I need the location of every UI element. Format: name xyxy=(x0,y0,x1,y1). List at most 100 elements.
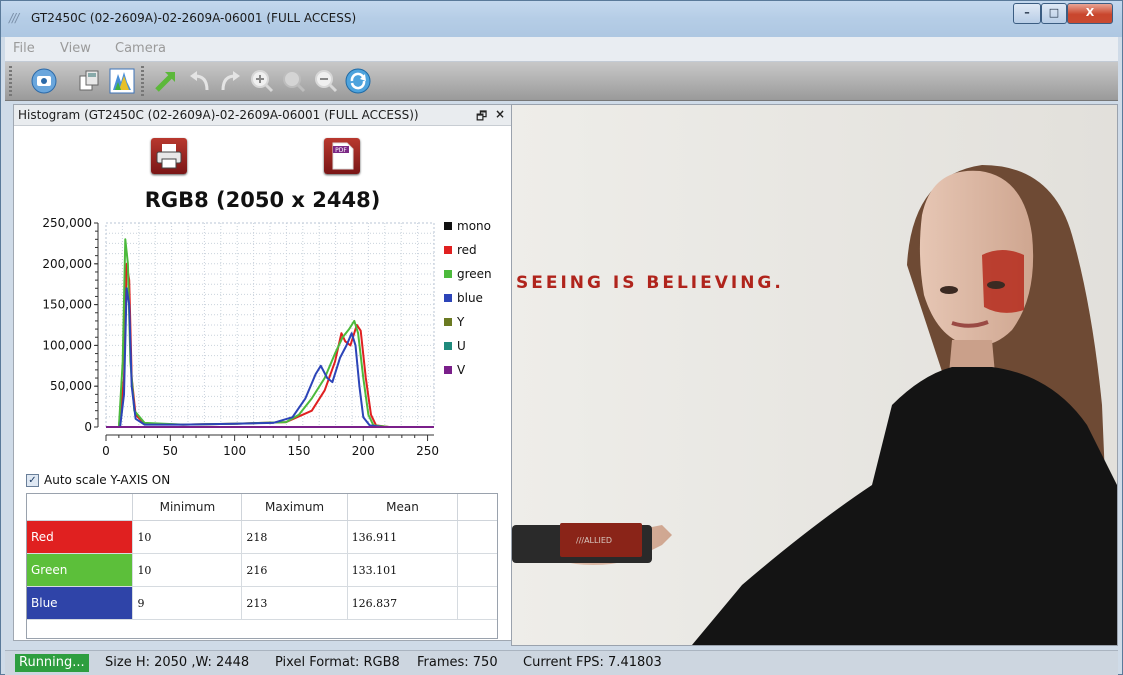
chart-grid xyxy=(105,222,435,428)
stats-cell-mean: 126.837 xyxy=(347,586,459,620)
camera-view-icon[interactable] xyxy=(31,68,57,94)
camera-frame-image: SEEING IS BELIEVING. ///ALLIED xyxy=(512,105,1117,645)
stats-header-blank xyxy=(27,494,134,521)
maximize-button[interactable]: □ xyxy=(1041,3,1067,24)
stats-cell-min: 9 xyxy=(132,586,243,620)
legend-label-u: U xyxy=(457,339,466,353)
stats-cell-mean: 136.911 xyxy=(347,520,459,554)
close-button[interactable]: X xyxy=(1067,3,1113,24)
histogram-chart: 0 50,000 100,000 150,000 200,000 250,000 0 50 10… xyxy=(42,216,492,458)
export-pdf-button[interactable]: PDF xyxy=(324,138,360,174)
histogram-panel: Histogram (GT2450C (02-2609A)-02-2609A-0… xyxy=(13,104,512,641)
x-tick-label: 200 xyxy=(352,444,375,458)
status-size: Size H: 2050 ,W: 2448 xyxy=(105,655,250,670)
stats-row-label-blue: Blue xyxy=(27,586,134,620)
y-tick-label: 100,000 xyxy=(42,338,92,352)
legend-label-red: red xyxy=(457,243,477,257)
legend-swatch-mono xyxy=(444,222,452,230)
window-title: GT2450C (02-2609A)-02-2609A-06001 (FULL … xyxy=(31,11,357,25)
y-tick-label: 250,000 xyxy=(42,216,92,230)
app-window: /// GT2450C (02-2609A)-02-2609A-06001 (F… xyxy=(0,0,1123,675)
table-row: Green 10 216 133.101 xyxy=(27,553,497,587)
direct-access-icon[interactable] xyxy=(153,68,179,94)
legend-swatch-green xyxy=(444,270,452,278)
stats-row-label-red: Red xyxy=(27,520,134,554)
status-bar: Running... Size H: 2050 ,W: 2448 Pixel F… xyxy=(5,650,1118,675)
legend-label-blue: blue xyxy=(457,291,483,305)
stats-cell-filler xyxy=(457,586,497,620)
stats-row-label-green: Green xyxy=(27,553,134,587)
stats-header-minimum: Minimum xyxy=(132,494,243,521)
camera-brand-label: ///ALLIED xyxy=(576,536,612,545)
rotate-right-icon[interactable] xyxy=(217,68,243,94)
auto-scale-label: Auto scale Y-AXIS ON xyxy=(44,473,171,487)
status-fps: Current FPS: 7.41803 xyxy=(523,655,662,670)
menu-file[interactable]: File xyxy=(13,41,35,56)
toolbar xyxy=(5,62,1118,101)
stats-cell-min: 10 xyxy=(132,520,243,554)
stats-table: Minimum Maximum Mean Red 10 218 136.911 … xyxy=(26,493,498,639)
zoom-in-icon[interactable] xyxy=(249,68,275,94)
printer-icon xyxy=(156,144,182,169)
histogram-panel-header: Histogram (GT2450C (02-2609A)-02-2609A-0… xyxy=(14,105,511,126)
legend-swatch-u xyxy=(444,342,452,350)
toolbar-grip xyxy=(9,66,12,96)
x-tick-label: 150 xyxy=(287,444,310,458)
zoom-fit-icon[interactable] xyxy=(281,68,307,94)
print-button[interactable] xyxy=(151,138,187,174)
legend-label-mono: mono xyxy=(457,219,491,233)
table-row: Red 10 218 136.911 xyxy=(27,520,497,554)
table-row: Blue 9 213 126.837 xyxy=(27,586,497,620)
legend-swatch-red xyxy=(444,246,452,254)
status-pixel-format: Pixel Format: RGB8 xyxy=(275,655,400,670)
right-eye xyxy=(987,281,1005,289)
running-status-badge: Running... xyxy=(15,654,89,672)
menu-view[interactable]: View xyxy=(60,41,91,56)
chart-legend: mono red green blue YUV xyxy=(444,219,492,377)
stats-cell-max: 216 xyxy=(241,553,348,587)
histogram-panel-title: Histogram (GT2450C (02-2609A)-02-2609A-0… xyxy=(18,108,419,122)
title-bar: /// GT2450C (02-2609A)-02-2609A-06001 (F… xyxy=(1,1,1122,37)
stats-cell-min: 10 xyxy=(132,553,243,587)
legend-label-v: V xyxy=(457,363,466,377)
x-tick-label: 0 xyxy=(102,444,110,458)
red-face-mark xyxy=(982,250,1024,313)
histogram-icon[interactable] xyxy=(109,68,135,94)
float-panel-icon[interactable]: 🗗 xyxy=(476,107,487,128)
zoom-out-icon[interactable] xyxy=(313,68,339,94)
x-tick-label: 50 xyxy=(163,444,178,458)
x-tick-label: 250 xyxy=(416,444,439,458)
status-frames: Frames: 750 xyxy=(417,655,498,670)
auto-scale-checkbox[interactable]: ✓ xyxy=(26,474,39,487)
y-tick-label: 200,000 xyxy=(42,257,92,271)
stats-cell-max: 213 xyxy=(241,586,348,620)
stats-cell-mean: 133.101 xyxy=(347,553,459,587)
toolbar-separator xyxy=(141,66,144,96)
refresh-icon[interactable] xyxy=(345,68,371,94)
app-logo-icon: /// xyxy=(9,11,19,25)
stats-cell-filler xyxy=(457,553,497,587)
minimize-button[interactable]: – xyxy=(1013,3,1041,24)
rotate-left-icon[interactable] xyxy=(187,68,213,94)
legend-swatch-v xyxy=(444,366,452,374)
y-tick-label: 150,000 xyxy=(42,298,92,312)
legend-label-green: green xyxy=(457,267,492,281)
save-frames-icon[interactable] xyxy=(77,68,103,94)
legend-swatch-blue xyxy=(444,294,452,302)
left-eye xyxy=(940,286,958,294)
x-tick-label: 100 xyxy=(223,444,246,458)
stats-header-filler xyxy=(457,494,497,521)
camera-image-view[interactable]: SEEING IS BELIEVING. ///ALLIED xyxy=(511,104,1118,646)
headline-text: SEEING IS BELIEVING. xyxy=(516,273,784,293)
legend-swatch-y xyxy=(444,318,452,326)
pdf-badge-label: PDF xyxy=(335,147,347,154)
close-panel-icon[interactable]: × xyxy=(495,107,505,121)
legend-label-y: Y xyxy=(456,315,465,329)
stats-cell-filler xyxy=(457,520,497,554)
pdf-icon: PDF xyxy=(332,142,354,170)
stats-header-row: Minimum Maximum Mean xyxy=(27,494,497,521)
menu-camera[interactable]: Camera xyxy=(115,41,166,56)
stats-cell-max: 218 xyxy=(241,520,348,554)
stats-header-maximum: Maximum xyxy=(241,494,348,521)
stats-header-mean: Mean xyxy=(347,494,459,521)
